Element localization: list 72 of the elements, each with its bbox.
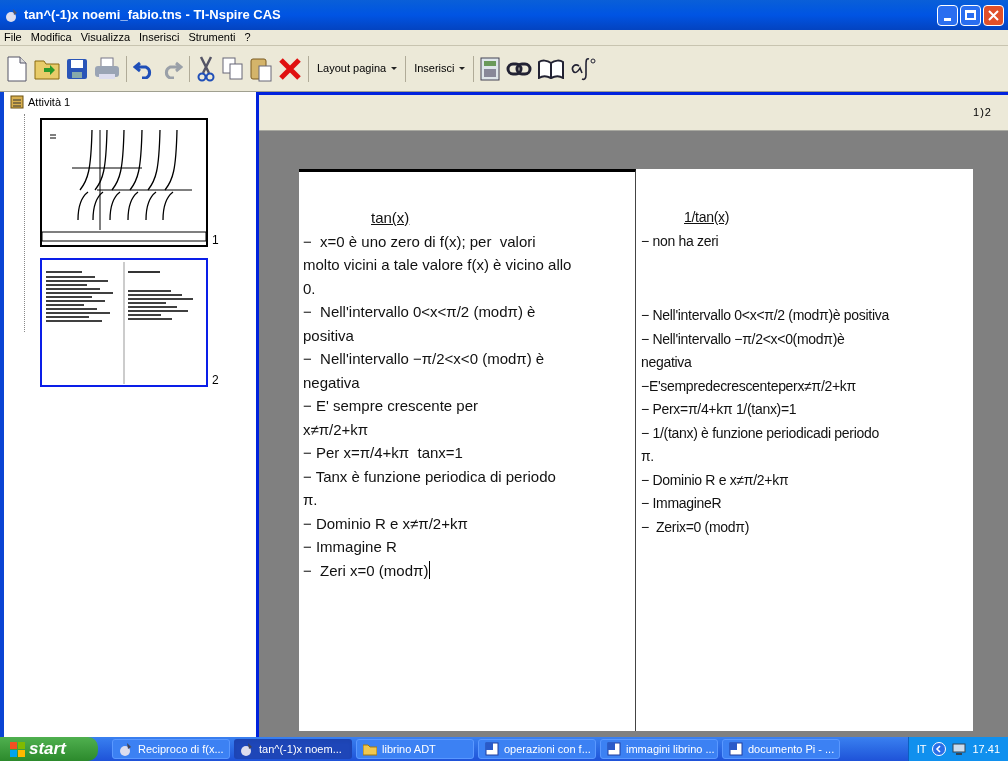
dropdown-button[interactable]: Inserisci [412,57,468,80]
paste-icon[interactable] [250,55,272,82]
menu-item[interactable]: Inserisci [139,29,180,46]
menu-item[interactable]: ? [244,29,251,46]
clock: 17.41 [972,741,1000,757]
menu-item[interactable]: Visualizza [80,29,131,46]
text-line: −E'sempredecrescenteperx≠π/2+kπ [641,376,856,396]
text-line: − ImmagineR [641,494,722,514]
text-line: − Per x=π/4+kπ tanx=1 [303,443,463,463]
windows-logo-icon [10,741,25,757]
close-icon [988,9,999,21]
text-line: − Nell'intervallo 0<x<π/2 (modπ) è [303,302,536,322]
link-icon[interactable] [506,60,533,77]
window-title: tan^(-1)x noemi_fabio.tns - TI-Nspire CAS [24,6,281,25]
document-icon [485,742,499,756]
calculator-icon[interactable] [480,56,501,81]
text-line: − Nell'intervallo −π/2<x<0(modπ)è [641,329,845,349]
caret-icon [391,67,398,70]
app-icon [4,7,20,23]
text-line: negativa [641,353,692,373]
text-line: π. [303,490,318,510]
text-line: − Dominio R e x≠π/2+kπ [303,513,468,534]
text-line: π. [641,447,654,467]
minimize-button[interactable] [937,4,958,26]
text-line: − E' sempre crescente per [303,396,479,416]
text-line: positiva [303,325,354,346]
menu-item[interactable]: Modifica [30,29,72,46]
taskbar-button[interactable]: documento Pi - ... [722,739,840,759]
save-icon[interactable] [66,57,88,80]
text-line: negativa [303,372,360,393]
text-line: − Perx=π/4+kπ 1/(tanx)=1 [641,400,797,420]
taskbar-button[interactable]: Reciproco di f(x... [112,739,230,759]
document-icon [607,742,621,756]
text-line: − Nell'intervallo −π/2<x<0 (modπ) è [303,349,545,369]
column-heading: tan(x) [371,209,410,226]
dropdown-button[interactable]: Layout pagina [315,57,400,80]
text-line: − Immagine R [303,537,397,557]
maximize-button[interactable] [960,4,981,26]
menu-item[interactable]: File [4,29,22,46]
caret-icon [459,67,466,70]
text-line: − Zeri x=0 (modπ) [303,560,429,581]
open-folder-icon[interactable] [34,57,60,80]
text-line: − Zerix=0 (modπ) [641,517,750,537]
text-line: − non ha zeri [641,231,719,251]
document-icon [729,742,743,756]
page-indicator: 1)2 [973,105,992,121]
page-number: 2 [212,372,219,387]
text-line: 0. [303,278,316,299]
taskbar-button[interactable]: librino ADT [356,739,474,759]
taskbar-button[interactable]: tan^(-1)x noem... [234,739,352,759]
text-line: molto vicini a tale valore f(x) è vicino allo [303,255,572,275]
taskbar-button[interactable]: immagini librino ... [600,739,718,759]
text-line: − 1/(tanx) è funzione periodicadi periodo [641,423,879,443]
delete-icon[interactable] [278,56,302,81]
menu-item[interactable]: Strumenti [188,29,236,46]
text-line: − Nell'intervallo 0<x<π/2 (modπ)è positiva [641,306,889,326]
new-document-icon[interactable] [6,55,28,82]
text-line: − Tanx è funzione periodica di periodo [303,466,556,487]
problem-icon [10,95,24,110]
scissors-icon[interactable] [196,55,216,82]
page-number: 1 [212,232,219,247]
problem-label: Attività 1 [28,95,71,110]
close-button[interactable] [983,4,1004,26]
folder-icon [363,742,377,756]
monitor-icon[interactable] [952,742,967,756]
book-icon[interactable] [538,58,565,79]
text-line: − Dominio R e x≠π/2+kπ [641,470,789,490]
taskbar-button[interactable]: operazioni con f... [478,739,596,759]
text-line: − x=0 è uno zero di f(x); per valori [303,231,536,252]
symbols-icon[interactable] [570,56,597,81]
column-heading: 1/tan(x) [684,209,730,225]
text-line: x≠π/2+kπ [303,419,369,440]
